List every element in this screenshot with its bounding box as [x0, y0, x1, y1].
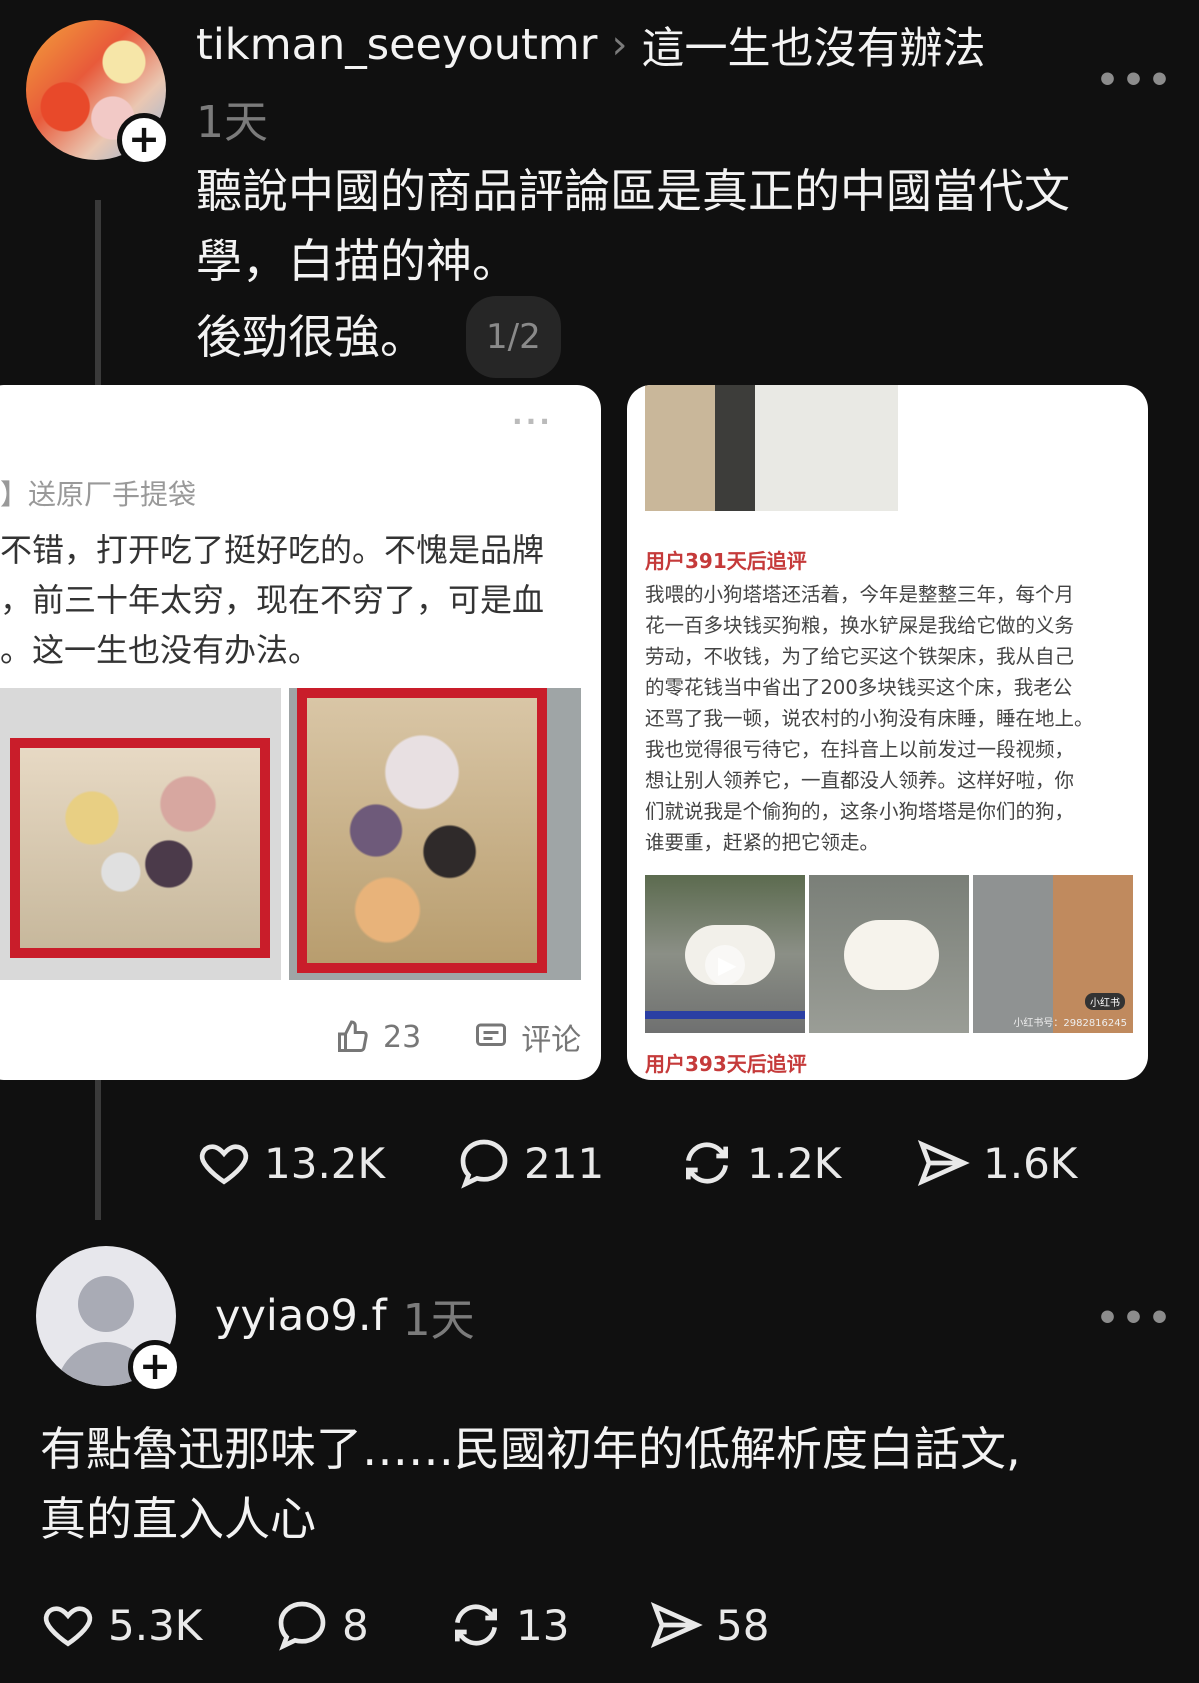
post-body: 聽說中國的商品評論區是真正的中國當代文 學，白描的神。 後勁很強。 1/2 [196, 156, 1070, 378]
post-text-line: 學，白描的神。 [196, 234, 518, 288]
reply-comment-action[interactable]: 8 [274, 1597, 369, 1653]
post-text-line: 聽說中國的商品評論區是真正的中國當代文 [196, 164, 1070, 218]
review-line: 。这一生也没有办法。 [0, 631, 321, 669]
reply-follow-plus-button[interactable]: + [128, 1340, 182, 1394]
post-topic[interactable]: 這一生也沒有辦法 [641, 14, 985, 76]
like-count: 13.2K [264, 1138, 386, 1188]
post-time: 1天 [196, 97, 268, 148]
reply-share-action[interactable]: 58 [648, 1597, 769, 1653]
review-line: 劳动，不收钱，为了给它买这个铁架床，我从自己 [645, 645, 1075, 668]
comment-bubble-icon [460, 1139, 508, 1189]
review-line: 我喂的小狗塔塔还活着，今年是整整三年，每个月 [645, 583, 1075, 606]
repost-icon [686, 1142, 728, 1184]
reply-time: 1天 [402, 1295, 475, 1346]
card1-footer: 23 评论 [335, 1015, 581, 1059]
product-tag: 】送原厂手提袋 [0, 478, 197, 511]
repost-action[interactable]: 1.2K [679, 1135, 841, 1191]
heart-icon [199, 1144, 249, 1185]
send-icon [650, 1601, 703, 1649]
repost-count: 1.2K [747, 1138, 842, 1188]
share-count: 1.6K [983, 1138, 1078, 1188]
watermark-badge: 小红书 [1085, 993, 1125, 1010]
comment-bubble-icon [278, 1601, 326, 1651]
product-photo-2[interactable] [289, 688, 581, 980]
like-action[interactable]: 13.2K [196, 1135, 385, 1191]
comment-label: 评论 [521, 1023, 582, 1058]
reply-like-action[interactable]: 5.3K [40, 1597, 202, 1653]
comment-icon[interactable] [473, 1019, 509, 1055]
card-more-icon: ··· [512, 405, 553, 438]
reply-repost-action[interactable]: 13 [448, 1597, 569, 1653]
followup-review-text: 我喂的小狗塔塔还活着，今年是整整三年，每个月 花一百多块钱买狗粮，换水铲屎是我给… [645, 579, 1094, 858]
reply-header: yyiao9.f 1天 [215, 1284, 475, 1348]
play-icon[interactable]: ▶ [718, 951, 736, 979]
reply-more-options-icon[interactable]: ••• [1096, 1298, 1174, 1339]
review-line: 谁要重，赶紧的把它领走。 [645, 831, 880, 854]
reply-repost-count: 13 [516, 1600, 570, 1650]
reply-share-count: 58 [716, 1600, 770, 1650]
heart-icon [43, 1606, 93, 1647]
review-line: 我也觉得很亏待它，在抖音上以前发过一段视频， [645, 738, 1075, 761]
review-line: 还骂了我一顿，说农村的小狗没有床睡，睡在地上。 [645, 707, 1094, 730]
thumbs-up-icon[interactable] [335, 1019, 371, 1055]
image-counter-badge: 1/2 [466, 296, 561, 378]
comment-action[interactable]: 211 [456, 1135, 604, 1191]
reply-like-count: 5.3K [108, 1600, 203, 1650]
comment-count: 211 [524, 1138, 605, 1188]
repost-icon [455, 1604, 497, 1646]
reply-username[interactable]: yyiao9.f [215, 1291, 387, 1341]
review-line: ，前三十年太穷，现在不穷了，可是血 [0, 581, 545, 619]
post-username[interactable]: tikman_seeyoutmr [196, 20, 597, 70]
followup-label-2: 用户393天后追评 [645, 1052, 807, 1076]
reply-text-line: 有點魯迅那味了……民國初年的低解析度白話文, [40, 1422, 1021, 1476]
post-header: tikman_seeyoutmr › 這一生也沒有辦法 [196, 14, 985, 76]
followup-label-1: 用户391天后追评 [645, 549, 807, 573]
review-line: 们就说我是个偷狗的，这条小狗塔塔是你们的狗， [645, 800, 1075, 823]
image-card-2[interactable]: 用户391天后追评 我喂的小狗塔塔还活着，今年是整整三年，每个月 花一百多块钱买… [627, 385, 1148, 1080]
chevron-right-icon: › [611, 22, 628, 68]
review-line: 不错，打开吃了挺好吃的。不愧是品牌 [0, 531, 545, 569]
dog-photo-3[interactable]: 小红书 小红书号：2982816245 [973, 875, 1133, 1033]
dog-video-thumbnail[interactable]: ▶ [645, 875, 805, 1033]
send-icon [917, 1139, 970, 1187]
reply-comment-count: 8 [342, 1600, 369, 1650]
image-card-1[interactable]: ··· 】送原厂手提袋 不错，打开吃了挺好吃的。不愧是品牌 ，前三十年太穷，现在… [0, 385, 601, 1080]
post-text-line: 後勁很強。 [196, 310, 426, 364]
watermark-id: 小红书号：2982816245 [1013, 1018, 1127, 1029]
review-line: 的零花钱当中省出了200多块钱买这个床，我老公 [645, 676, 1073, 699]
follow-plus-button[interactable]: + [117, 113, 171, 167]
share-action[interactable]: 1.6K [915, 1135, 1077, 1191]
reply-text-line: 真的直入人心 [40, 1492, 316, 1546]
like-count: 23 [383, 1019, 422, 1055]
product-photo-1[interactable] [0, 688, 281, 980]
more-options-icon[interactable]: ••• [1096, 60, 1174, 101]
review-line: 想让别人领养它，一直都没人领养。这样好啦，你 [645, 769, 1075, 792]
dog-photo-2[interactable] [809, 875, 969, 1033]
reply-body: 有點魯迅那味了……民國初年的低解析度白話文, 真的直入人心 [40, 1414, 1021, 1554]
review-text: 不错，打开吃了挺好吃的。不愧是品牌 ，前三十年太穷，现在不穷了，可是血 。这一生… [0, 525, 544, 675]
review-line: 花一百多块钱买狗粮，换水铲屎是我给它做的义务 [645, 614, 1075, 637]
floor-photo[interactable] [645, 385, 898, 511]
